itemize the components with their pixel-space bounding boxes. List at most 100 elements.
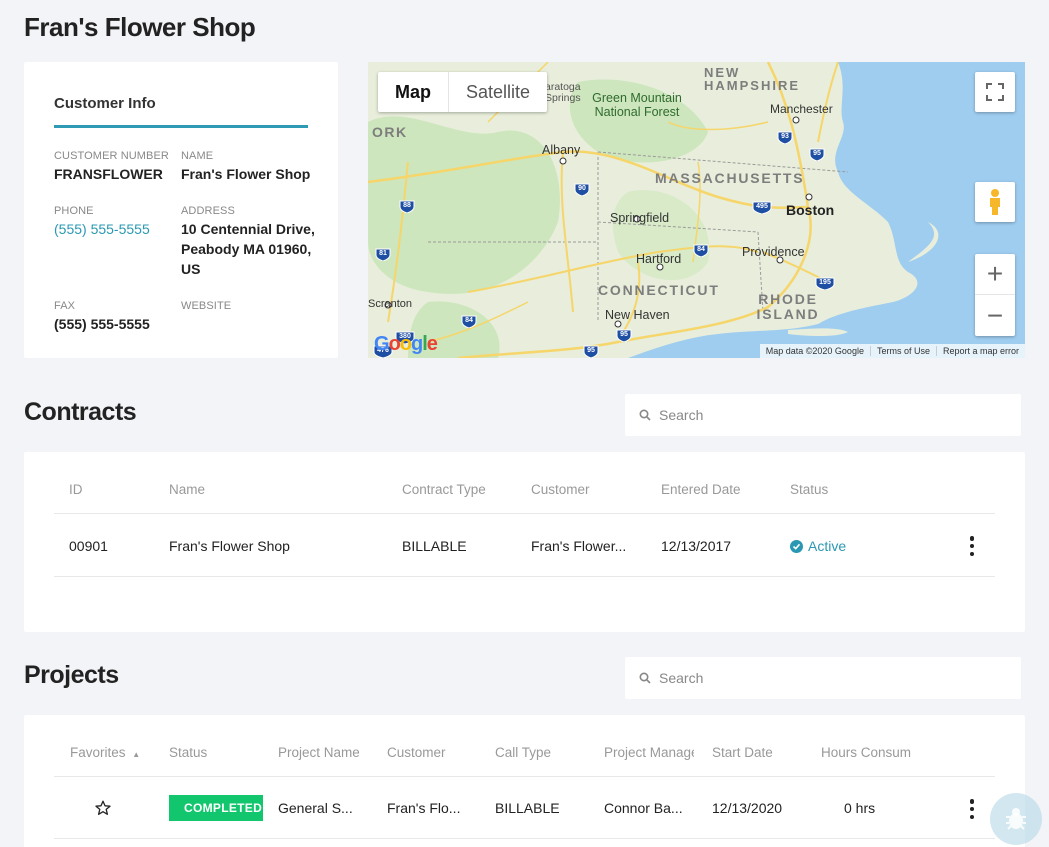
- highway-shield-95: 95: [583, 345, 599, 358]
- header-divider: [54, 776, 995, 777]
- column-header-favorites[interactable]: Favorites ▲: [70, 745, 140, 760]
- projects-table: Favorites ▲ Status Project Name Customer…: [24, 715, 1025, 847]
- contracts-search-input[interactable]: [659, 407, 999, 423]
- project-customer: Fran's Flo...: [387, 800, 461, 816]
- map-type-map-button[interactable]: Map: [378, 72, 449, 112]
- sort-ascending-icon: ▲: [132, 750, 141, 759]
- search-icon: [639, 672, 651, 684]
- projects-search: [625, 657, 1021, 699]
- street-view-pegman-button[interactable]: [975, 182, 1015, 222]
- highway-shield-label: 195: [819, 279, 831, 286]
- customer-number-label: CUSTOMER NUMBER: [54, 150, 169, 162]
- contract-customer: Fran's Flower...: [531, 538, 627, 554]
- column-header-id[interactable]: ID: [69, 482, 83, 497]
- zoom-in-button[interactable]: +: [975, 254, 1015, 295]
- map-label-massachusetts: MASSACHUSETTS: [655, 170, 805, 186]
- terms-of-use-link[interactable]: Terms of Use: [869, 346, 936, 356]
- name-label: NAME: [181, 150, 214, 162]
- address-label: ADDRESS: [181, 205, 235, 217]
- zoom-controls: + −: [975, 254, 1015, 336]
- address-value: 10 Centennial Drive, Peabody MA 01960, U…: [181, 221, 315, 277]
- row-actions-menu-icon[interactable]: [969, 536, 975, 556]
- highway-shield-label: 81: [379, 250, 387, 257]
- search-icon: [639, 409, 651, 421]
- contract-name: Fran's Flower Shop: [169, 538, 290, 554]
- map-label-hartford: Hartford: [636, 252, 682, 266]
- customer-info-underline: [54, 125, 308, 128]
- highway-shield-label: 84: [465, 317, 473, 324]
- map-label-rhode-island: RHODE ISLAND: [756, 291, 820, 322]
- map-type-satellite-button[interactable]: Satellite: [449, 72, 547, 112]
- highway-shield-label: 495: [756, 203, 768, 210]
- highway-shield-label: 95: [620, 331, 628, 338]
- map-label-saratoga: aratoga Springs: [545, 81, 581, 104]
- customer-info-card: Customer Info CUSTOMER NUMBER FRANSFLOWE…: [24, 62, 338, 358]
- project-start-date: 12/13/2020: [712, 800, 783, 816]
- highway-shield-495: 495: [752, 201, 772, 219]
- contract-entered-date: 12/13/2017: [661, 538, 732, 554]
- map-label-new-haven: New Haven: [605, 308, 670, 322]
- contracts-search: [625, 394, 1021, 436]
- highway-shield-label: 84: [697, 246, 705, 253]
- bug-report-button[interactable]: [990, 793, 1042, 845]
- column-header-status[interactable]: Status: [790, 482, 828, 497]
- highway-shield-84: 84: [693, 244, 709, 262]
- column-header-start-date[interactable]: Start Date: [712, 745, 773, 760]
- column-header-customer[interactable]: Customer: [531, 482, 590, 497]
- contract-type: BILLABLE: [402, 538, 467, 554]
- fax-label: FAX: [54, 300, 76, 312]
- projects-search-input[interactable]: [659, 670, 999, 686]
- column-header-entered-date[interactable]: Entered Date: [661, 482, 741, 497]
- address-field: ADDRESS 10 Centennial Drive, Peabody MA …: [181, 205, 321, 279]
- projects-title: Projects: [24, 661, 119, 689]
- column-header-customer[interactable]: Customer: [387, 745, 446, 760]
- highway-shield-label: 95: [587, 347, 595, 354]
- location-map[interactable]: NEW HAMPSHIRE MASSACHUSETTS CONNECTICUT …: [368, 62, 1025, 358]
- highway-shield-label: 88: [403, 202, 411, 209]
- project-hours: 0 hrs: [844, 800, 876, 816]
- customer-number-value: FRANSFLOWER: [54, 166, 163, 182]
- column-header-call-type[interactable]: Call Type: [495, 745, 551, 760]
- bug-icon: [1006, 808, 1026, 830]
- column-header-status[interactable]: Status: [169, 745, 207, 760]
- zoom-out-button[interactable]: −: [975, 295, 1015, 336]
- map-label-green-mountain: Green Mountain National Forest: [592, 91, 682, 119]
- column-header-name[interactable]: Name: [169, 482, 205, 497]
- fullscreen-button[interactable]: [975, 72, 1015, 112]
- minus-icon: −: [986, 299, 1004, 331]
- fullscreen-icon: [986, 83, 1004, 101]
- map-label-springfield: Springfield: [610, 211, 670, 225]
- highway-shield-88: 88: [399, 200, 415, 218]
- column-header-project-name[interactable]: Project Name: [278, 745, 378, 760]
- map-label-manchester: Manchester: [770, 102, 833, 116]
- map-label-york: ORK: [372, 124, 408, 140]
- column-header-hours-consumed[interactable]: Hours Consum: [821, 745, 913, 760]
- highway-shield-195: 195: [815, 277, 835, 295]
- column-header-contract-type[interactable]: Contract Type: [402, 482, 486, 497]
- map-label-boston: Boston: [786, 202, 835, 218]
- check-circle-icon: [790, 539, 803, 553]
- customer-info-heading: Customer Info: [54, 95, 156, 112]
- page-title: Fran's Flower Shop: [24, 12, 256, 42]
- phone-label: PHONE: [54, 205, 94, 217]
- favorite-star-icon[interactable]: [95, 800, 111, 821]
- row-actions-menu-icon[interactable]: [969, 799, 975, 819]
- phone-link[interactable]: (555) 555-5555: [54, 219, 150, 239]
- status-text: Active: [808, 538, 847, 554]
- website-label: WEBSITE: [181, 300, 232, 312]
- name-field: NAME Fran's Flower Shop: [181, 150, 310, 184]
- fax-value: (555) 555-5555: [54, 316, 150, 332]
- highway-shield-84: 84: [461, 315, 477, 333]
- map-footer: Map data ©2020 Google Terms of Use Repor…: [759, 344, 1025, 358]
- highway-shield-label: 95: [813, 150, 821, 157]
- project-manager: Connor Ba...: [604, 800, 683, 816]
- plus-icon: +: [986, 258, 1004, 289]
- contracts-table: ID Name Contract Type Customer Entered D…: [24, 452, 1025, 632]
- google-logo: Google: [374, 333, 438, 355]
- column-header-project-manager[interactable]: Project Manage: [604, 745, 694, 760]
- project-name: General S...: [278, 800, 353, 816]
- highway-shield-95: 95: [616, 329, 632, 347]
- row-divider: [54, 838, 995, 839]
- report-map-error-link[interactable]: Report a map error: [935, 346, 1025, 356]
- map-label-albany: Albany: [542, 143, 581, 157]
